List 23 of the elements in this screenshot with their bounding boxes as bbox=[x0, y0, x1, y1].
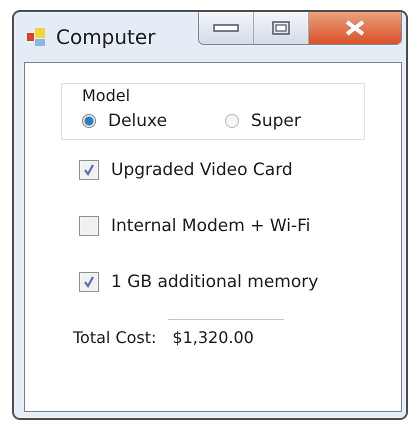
group-title: Model bbox=[82, 86, 132, 105]
app-icon bbox=[26, 26, 48, 48]
total-label: Total Cost: bbox=[73, 328, 156, 347]
check-icon bbox=[82, 163, 96, 177]
checkbox-label[interactable]: Upgraded Video Card bbox=[111, 160, 293, 180]
checkbox[interactable] bbox=[79, 272, 99, 292]
checkbox-label[interactable]: 1 GB additional memory bbox=[111, 272, 318, 292]
minimize-icon bbox=[213, 24, 239, 32]
radio-button[interactable] bbox=[225, 114, 240, 128]
checkbox-label[interactable]: Internal Modem + Wi-Fi bbox=[111, 216, 310, 236]
radio-button[interactable] bbox=[82, 114, 96, 128]
close-icon bbox=[344, 20, 366, 36]
radio-label[interactable]: Deluxe bbox=[108, 111, 168, 131]
check-icon bbox=[82, 275, 96, 289]
maximize-button[interactable] bbox=[254, 12, 309, 44]
minimize-button[interactable] bbox=[199, 12, 254, 44]
total-value: $1,320.00 bbox=[168, 319, 284, 347]
window-title: Computer bbox=[56, 25, 156, 49]
checkbox[interactable] bbox=[79, 216, 99, 236]
checkbox[interactable] bbox=[79, 160, 99, 180]
close-button[interactable] bbox=[309, 12, 401, 44]
radio-label[interactable]: Super bbox=[251, 111, 301, 131]
maximize-icon bbox=[272, 21, 290, 35]
